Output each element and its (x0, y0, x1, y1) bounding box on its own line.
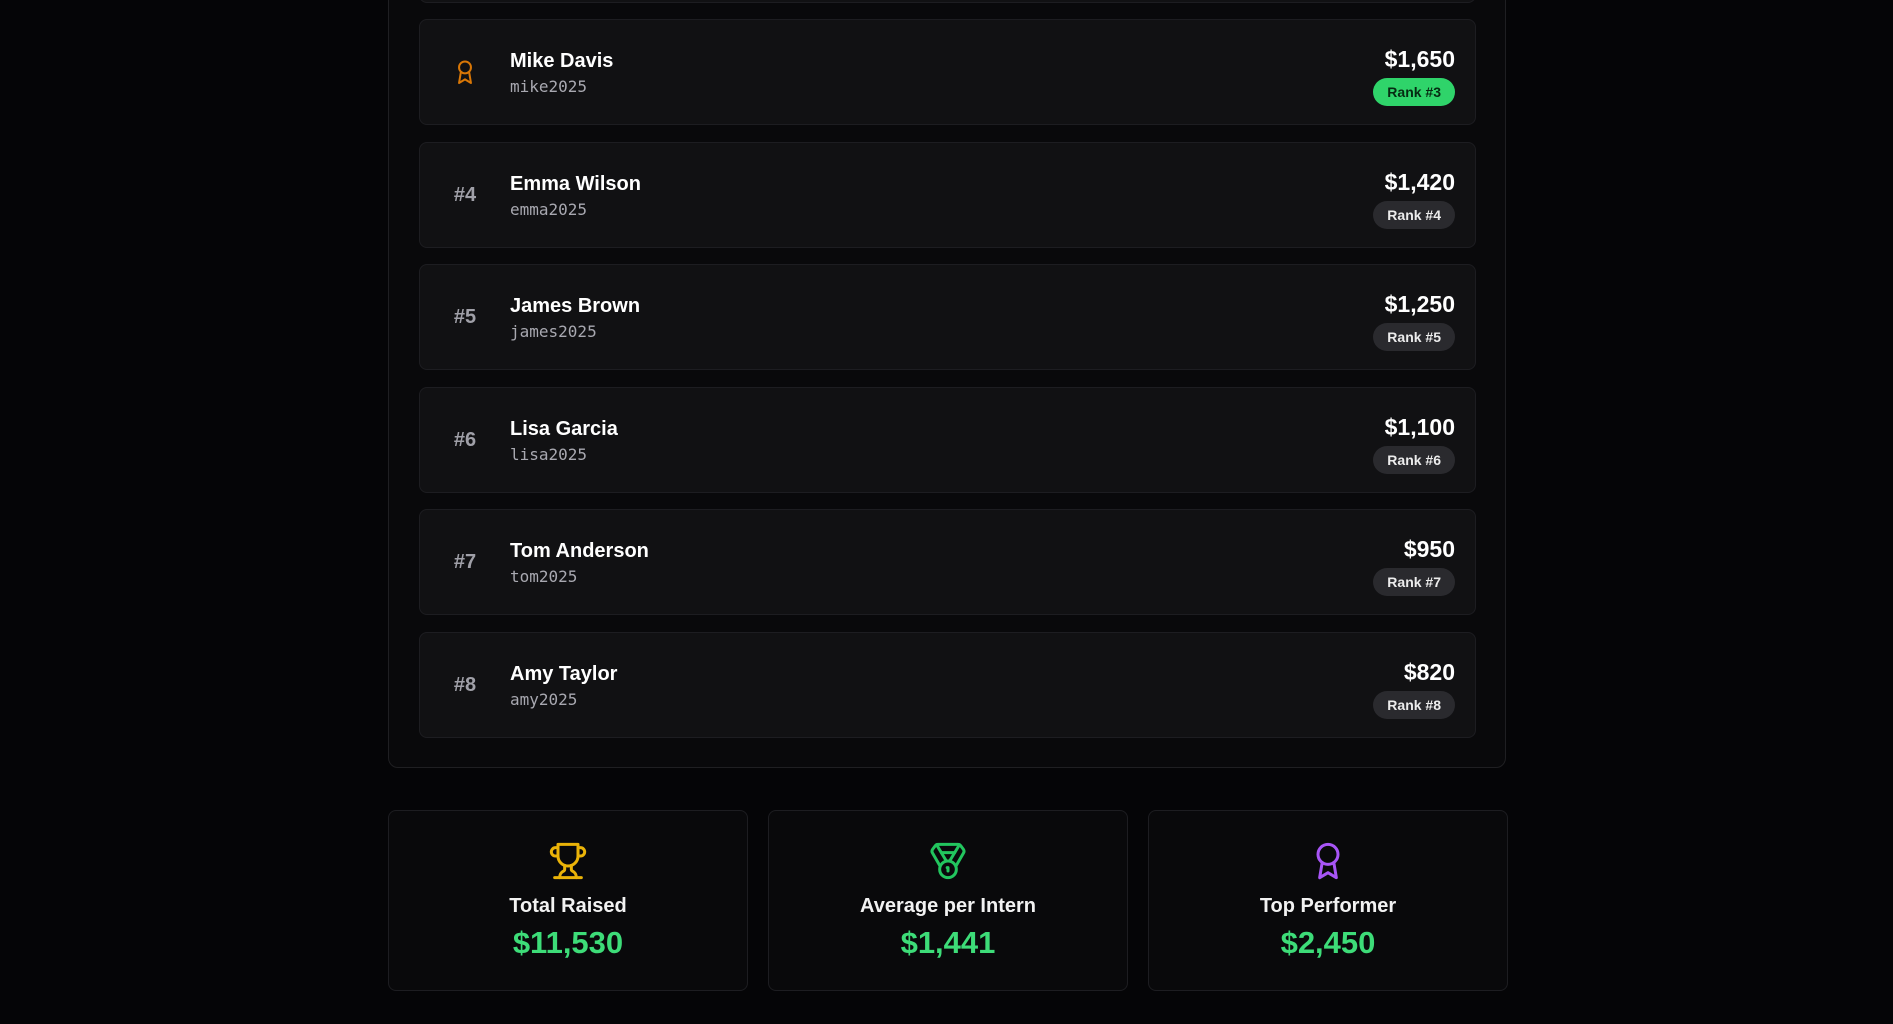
stat-card-total-raised: Total Raised $11,530 (388, 810, 748, 991)
rank-badge: Rank #7 (1373, 568, 1455, 596)
stat-value: $2,450 (1280, 925, 1376, 960)
stat-card-top-performer: Top Performer $2,450 (1148, 810, 1508, 991)
intern-name: Lisa Garcia (510, 418, 618, 440)
intern-name: James Brown (510, 295, 641, 317)
amount-raised: $1,100 (1384, 414, 1455, 440)
amount-raised: $1,250 (1384, 291, 1455, 317)
rank-number: #6 (453, 428, 477, 451)
list-item[interactable]: #5 James Brown james2025 $1,250 Rank #5 (419, 264, 1476, 370)
intern-username: james2025 (510, 322, 597, 341)
stat-label: Average per Intern (860, 895, 1036, 917)
list-item[interactable]: #8 Amy Taylor amy2025 $820 Rank #8 (419, 632, 1476, 738)
medal-icon (928, 841, 968, 886)
rank-badge: Rank #5 (1373, 323, 1455, 351)
award-icon (454, 59, 476, 85)
list-item (419, 0, 1476, 3)
list-item[interactable]: #6 Lisa Garcia lisa2025 $1,100 Rank #6 (419, 387, 1476, 493)
amount-raised: $1,650 (1384, 46, 1455, 72)
stat-card-average: Average per Intern $1,441 (768, 810, 1128, 991)
rank-number: #4 (453, 183, 477, 206)
intern-name: Amy Taylor (510, 663, 618, 685)
intern-name: Tom Anderson (510, 540, 649, 562)
stat-value: $11,530 (512, 925, 624, 960)
stat-label: Total Raised (509, 895, 627, 917)
rank-badge: Rank #8 (1373, 691, 1455, 719)
intern-username: emma2025 (510, 200, 588, 219)
amount-raised: $1,420 (1384, 169, 1455, 195)
rank-indicator (420, 20, 510, 124)
trophy-icon (548, 841, 588, 886)
stat-value: $1,441 (900, 925, 996, 960)
intern-username: tom2025 (510, 567, 578, 586)
rank-number: #8 (453, 673, 477, 696)
stat-label: Top Performer (1259, 895, 1397, 917)
rank-badge: Rank #3 (1373, 78, 1455, 106)
intern-name: Mike Davis (510, 50, 614, 72)
amount-raised: $820 (1403, 659, 1455, 685)
intern-username: amy2025 (510, 690, 578, 709)
rank-number: #7 (453, 550, 477, 573)
list-item[interactable]: #7 Tom Anderson tom2025 $950 Rank #7 (419, 509, 1476, 615)
intern-username: mike2025 (510, 77, 588, 96)
rank-number: #5 (453, 305, 477, 328)
intern-username: lisa2025 (510, 445, 588, 464)
amount-raised: $950 (1403, 536, 1455, 562)
list-item[interactable]: Mike Davis mike2025 $1,650 Rank #3 (419, 19, 1476, 125)
intern-name: Emma Wilson (510, 173, 641, 195)
rank-badge: Rank #4 (1373, 201, 1455, 229)
list-item[interactable]: #4 Emma Wilson emma2025 $1,420 Rank #4 (419, 142, 1476, 248)
rank-badge: Rank #6 (1373, 446, 1455, 474)
award-icon (1308, 841, 1348, 886)
